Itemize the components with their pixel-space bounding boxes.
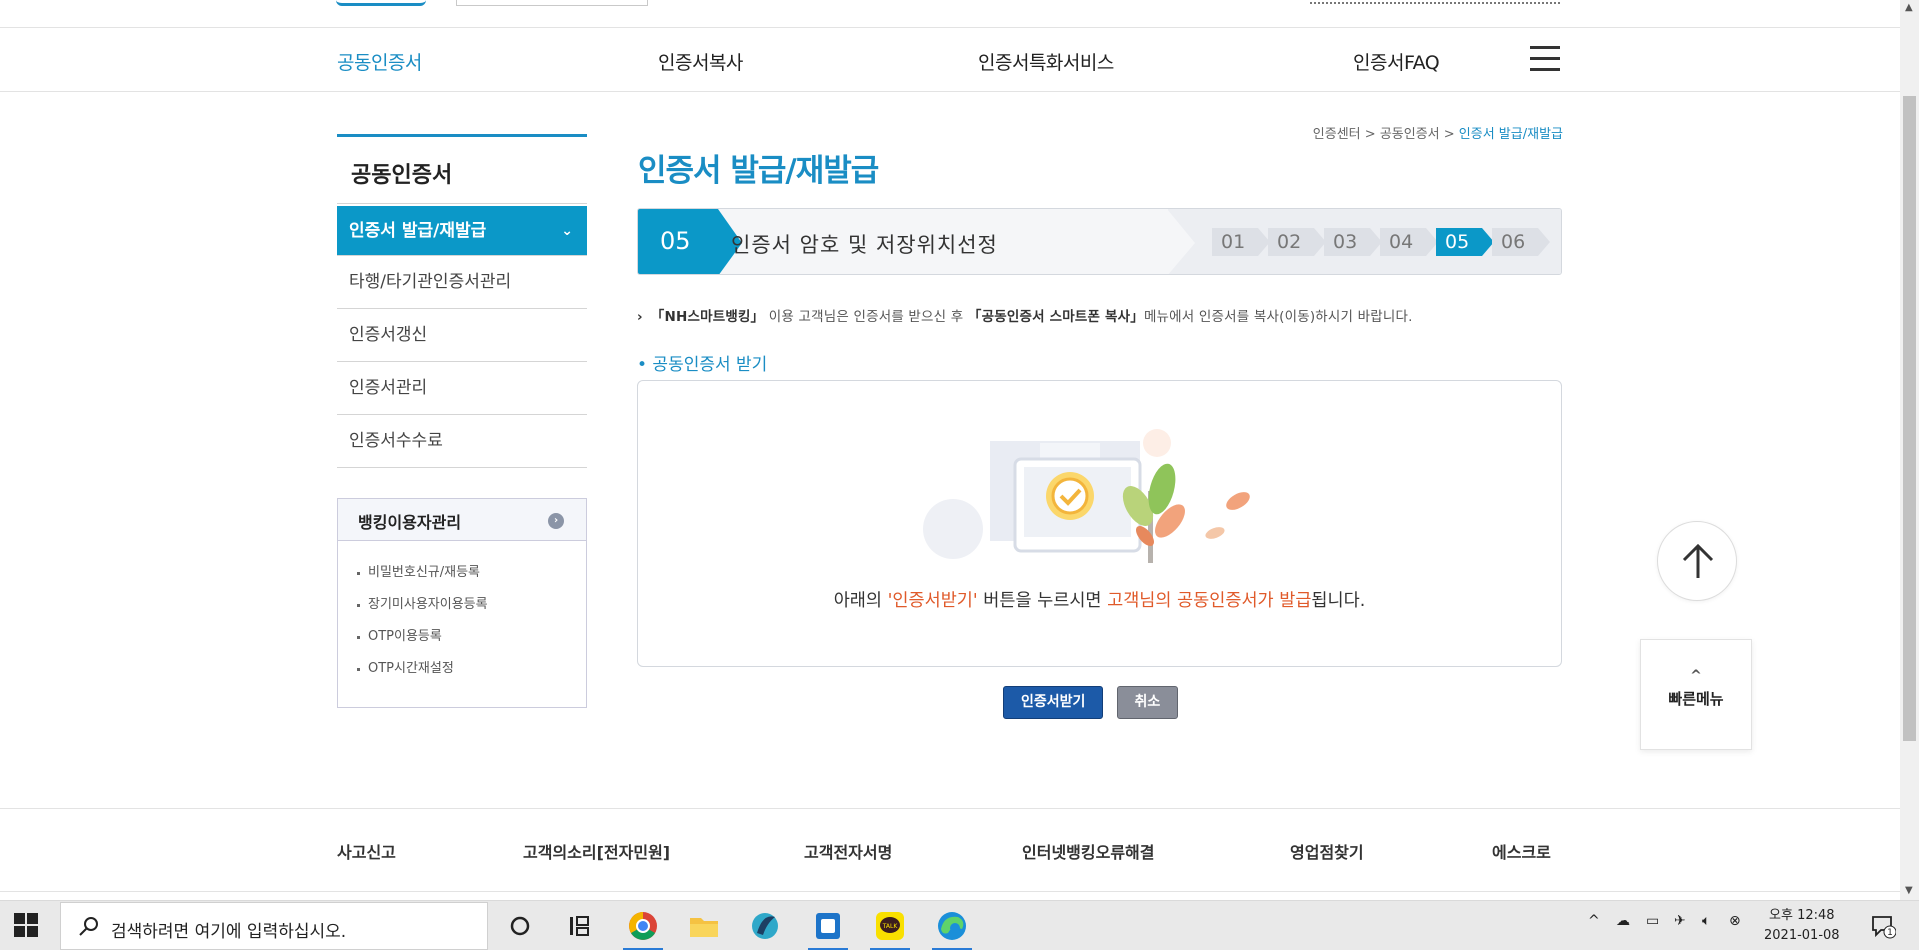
banking-user-header[interactable]: 뱅킹이용자관리 › — [338, 499, 586, 541]
kakaotalk-icon[interactable]: TALK — [866, 905, 914, 950]
quick-menu-button[interactable]: ^ 빠른메뉴 — [1640, 639, 1752, 750]
notice-text: › 「NH스마트뱅킹」 이용 고객님은 인증서를 받으신 후 「공동인증서 스마트… — [637, 309, 1413, 325]
gnb-item-cert-faq[interactable]: 인증서FAQ — [1353, 48, 1440, 75]
search-icon — [79, 917, 98, 936]
banking-user-panel: 뱅킹이용자관리 › 비밀번호신규/재등록 장기미사용자이용등록 OTP이용등록 … — [337, 498, 587, 708]
battery-icon[interactable]: ▭ — [1646, 913, 1659, 929]
step-item: 02 — [1268, 228, 1326, 256]
step-item: 03 — [1324, 228, 1382, 256]
banking-user-title: 뱅킹이용자관리 — [358, 513, 462, 532]
top-header — [0, 0, 1900, 28]
clock-date: 2021-01-08 — [1764, 928, 1840, 943]
sub-link-password[interactable]: 비밀번호신규/재등록 — [354, 557, 570, 589]
current-step-label: 인증서 암호 및 저장위치선정 — [731, 233, 998, 257]
sub-link-otp-reset[interactable]: OTP시간재설정 — [354, 653, 570, 685]
chevron-down-icon: ⌄ — [561, 223, 573, 239]
no-network-icon[interactable]: ⊗ — [1729, 913, 1741, 929]
taskbar-clock[interactable]: 오후 12:48 2021-01-08 — [1764, 906, 1840, 946]
step-item: 06 — [1492, 228, 1550, 256]
header-search-input[interactable] — [456, 0, 648, 6]
step-item: 04 — [1380, 228, 1438, 256]
global-nav: 공동인증서 인증서복사 인증서특화서비스 인증서FAQ — [0, 28, 1900, 92]
volume-icon[interactable]: 🔈︎ — [1702, 913, 1710, 929]
chevron-up-icon: ^ — [1690, 668, 1702, 684]
left-nav: 공동인증서 인증서 발급/재발급 ⌄ 타행/타기관인증서관리 인증서갱신 인증서… — [337, 134, 587, 708]
scrollbar-thumb[interactable] — [1903, 96, 1916, 741]
left-nav-item-other-cert[interactable]: 타행/타기관인증서관리 — [337, 256, 587, 309]
footer: 사고신고 고객의소리[전자민원] 고객전자서명 인터넷뱅킹오류해결 영업점찾기 … — [0, 808, 1900, 898]
scroll-up-icon[interactable]: ▲ — [1905, 2, 1913, 13]
left-nav-item-issue[interactable]: 인증서 발급/재발급 ⌄ — [337, 206, 587, 256]
airplane-mode-icon[interactable]: ✈ — [1674, 913, 1686, 929]
scroll-down-icon[interactable]: ▼ — [1905, 885, 1913, 896]
cancel-button[interactable]: 취소 — [1116, 686, 1179, 719]
svg-text:TALK: TALK — [882, 923, 899, 930]
windows-start-icon[interactable] — [14, 913, 38, 937]
cert-receive-message: 아래의 '인증서받기' 버튼을 누르시면 고객님의 공동인증서가 발급됩니다. — [833, 591, 1366, 611]
cert-receive-panel: 아래의 '인증서받기' 버튼을 누르시면 고객님의 공동인증서가 발급됩니다. — [637, 380, 1562, 667]
arrow-up-icon — [1682, 543, 1714, 578]
footer-link-voice[interactable]: 고객의소리[전자민원] — [523, 839, 670, 863]
breadcrumb-item[interactable]: 인증센터 — [1313, 127, 1361, 142]
utility-links[interactable] — [1310, 0, 1560, 4]
left-nav-item-renew[interactable]: 인증서갱신 — [337, 309, 587, 362]
page-title: 인증서 발급/재발급 — [638, 153, 879, 189]
left-nav-item-manage[interactable]: 인증서관리 — [337, 362, 587, 415]
scroll-top-button[interactable] — [1657, 521, 1737, 601]
left-nav-item-label: 인증서 발급/재발급 — [349, 221, 487, 241]
sub-link-otp-register[interactable]: OTP이용등록 — [354, 621, 570, 653]
page-scrollbar[interactable]: ▲ ▼ — [1900, 0, 1919, 900]
notification-count: 1 — [1887, 928, 1893, 938]
breadcrumb: 인증센터 > 공동인증서 > 인증서 발급/재발급 — [1312, 127, 1563, 142]
step-progress: 05 인증서 암호 및 저장위치선정 01 02 03 04 05 06 — [637, 208, 1562, 275]
step-item-active: 05 — [1436, 228, 1494, 256]
tray-chevron-up-icon[interactable]: ^ — [1588, 913, 1600, 929]
certificate-illustration — [923, 429, 1250, 563]
step-item: 01 — [1212, 228, 1270, 256]
footer-link-escrow[interactable]: 에스크로 — [1492, 839, 1551, 863]
widgets-icon[interactable] — [556, 905, 604, 947]
taskbar-search-input[interactable]: 검색하려면 여기에 입력하십시오. — [60, 902, 488, 950]
chevron-right-icon[interactable]: › — [548, 513, 564, 529]
quick-menu-label: 빠른메뉴 — [1668, 690, 1724, 708]
task-view-icon[interactable] — [496, 905, 544, 947]
footer-link-branch[interactable]: 영업점찾기 — [1290, 839, 1364, 863]
action-buttons: 인증서받기 취소 — [1003, 686, 1186, 719]
onedrive-icon[interactable]: ☁ — [1616, 913, 1630, 929]
breadcrumb-item[interactable]: 공동인증서 — [1380, 127, 1440, 142]
file-explorer-icon[interactable] — [680, 905, 728, 947]
sub-link-dormant[interactable]: 장기미사용자이용등록 — [354, 589, 570, 621]
footer-link-error[interactable]: 인터넷뱅킹오류해결 — [1022, 839, 1154, 863]
gnb-item-cert-copy[interactable]: 인증서복사 — [658, 48, 743, 75]
receive-cert-button[interactable]: 인증서받기 — [1003, 686, 1104, 719]
chevron-right-icon: › — [637, 309, 643, 325]
current-step-number: 05 — [638, 209, 742, 274]
footer-link-report[interactable]: 사고신고 — [337, 839, 396, 863]
clock-time: 오후 12:48 — [1769, 908, 1835, 923]
logo[interactable] — [336, 0, 426, 6]
notification-center-icon[interactable]: 1 — [1870, 913, 1897, 939]
windows-taskbar: 검색하려면 여기에 입력하십시오. TALK ^ ☁ ▭ ✈ 🔈︎ ⊗ 오후 1… — [0, 900, 1919, 950]
edge-icon[interactable] — [928, 905, 976, 950]
hamburger-menu-icon[interactable] — [1530, 46, 1560, 72]
gnb-item-cert[interactable]: 공동인증서 — [337, 48, 422, 75]
chrome-icon[interactable] — [619, 905, 667, 950]
left-nav-item-fee[interactable]: 인증서수수료 — [337, 415, 587, 468]
taskbar-search-placeholder: 검색하려면 여기에 입력하십시오. — [111, 922, 347, 942]
section-title: • 공동인증서 받기 — [637, 355, 768, 375]
document-app-icon[interactable] — [804, 905, 852, 950]
footer-link-esign[interactable]: 고객전자서명 — [804, 839, 892, 863]
gnb-item-cert-special[interactable]: 인증서특화서비스 — [978, 48, 1114, 75]
app-icon[interactable] — [741, 905, 789, 947]
left-nav-title: 공동인증서 — [337, 134, 587, 204]
breadcrumb-current: 인증서 발급/재발급 — [1458, 127, 1563, 142]
